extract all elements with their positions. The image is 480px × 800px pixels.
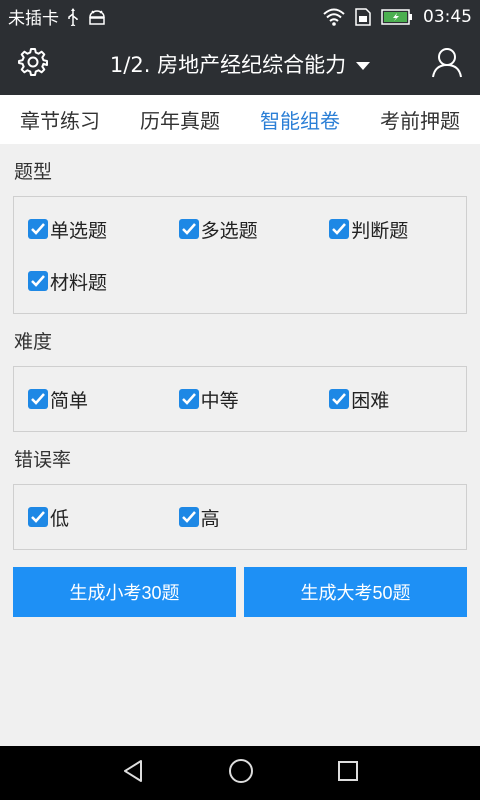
main-content: 题型 单选题 多选题 判断题 材料题 难度 简单 中等 困难 错误率 低 高 生… [0, 144, 480, 617]
home-icon[interactable] [228, 758, 254, 788]
error-rate-options: 低 高 [13, 484, 467, 550]
sim-icon [355, 7, 371, 26]
option-label: 高 [200, 507, 220, 530]
tab-chapter-practice[interactable]: 章节练习 [16, 105, 104, 134]
checked-icon [28, 219, 48, 239]
dropdown-icon [356, 52, 371, 76]
generate-small-exam-button[interactable]: 生成小考30题 [13, 567, 236, 617]
checkbox-hard[interactable]: 困难 [315, 373, 466, 425]
checked-icon [329, 219, 350, 239]
tab-past-exams[interactable]: 历年真题 [136, 105, 224, 134]
option-label: 简单 [50, 389, 89, 412]
section-title-difficulty: 难度 [14, 330, 53, 353]
android-debug-icon [87, 9, 107, 25]
tab-pre-exam-prediction[interactable]: 考前押题 [376, 105, 464, 134]
checked-icon [28, 507, 48, 527]
section-title-error-rate: 错误率 [14, 448, 72, 471]
checked-icon [178, 389, 199, 409]
back-icon[interactable] [121, 759, 145, 787]
option-label: 判断题 [351, 219, 409, 242]
checkbox-multi-choice[interactable]: 多选题 [165, 203, 316, 255]
checked-icon [329, 389, 350, 409]
recents-icon[interactable] [337, 760, 359, 786]
checkbox-high[interactable]: 高 [165, 491, 316, 543]
checkbox-easy[interactable]: 简单 [14, 373, 165, 425]
wifi-icon [323, 8, 345, 26]
subject-selector[interactable]: 1/2. 房地产经纪综合能力 [66, 49, 414, 79]
battery-charging-icon [381, 8, 413, 25]
type-options: 单选题 多选题 判断题 材料题 [13, 196, 467, 314]
usb-icon [67, 7, 79, 26]
checkbox-medium[interactable]: 中等 [165, 373, 316, 425]
settings-icon [18, 47, 48, 81]
time-label: 03:45 [423, 6, 472, 27]
checkbox-material[interactable]: 材料题 [14, 255, 165, 307]
option-label: 材料题 [50, 271, 108, 294]
option-label: 单选题 [50, 219, 108, 242]
action-buttons: 生成小考30题 生成大考50题 [13, 567, 467, 617]
option-label: 多选题 [200, 219, 258, 242]
system-nav-bar [0, 746, 480, 800]
settings-button[interactable] [0, 33, 66, 95]
tab-smart-paper[interactable]: 智能组卷 [256, 105, 344, 134]
option-label: 困难 [351, 389, 390, 412]
option-label: 中等 [200, 389, 239, 412]
status-bar: 未插卡 03:45 [0, 0, 480, 33]
checkbox-single-choice[interactable]: 单选题 [14, 203, 165, 255]
checked-icon [28, 389, 48, 409]
carrier-label: 未插卡 [8, 9, 59, 29]
generate-big-exam-button[interactable]: 生成大考50题 [244, 567, 467, 617]
checkbox-low[interactable]: 低 [14, 491, 165, 543]
checked-icon [178, 219, 199, 239]
checkbox-true-false[interactable]: 判断题 [315, 203, 466, 255]
checked-icon [178, 507, 199, 527]
option-label: 低 [50, 507, 70, 530]
user-button[interactable] [414, 33, 480, 95]
difficulty-options: 简单 中等 困难 [13, 366, 467, 432]
section-title-type: 题型 [14, 160, 53, 183]
app-bar: 1/2. 房地产经纪综合能力 [0, 33, 480, 95]
checked-icon [28, 271, 48, 291]
tab-bar: 章节练习 历年真题 智能组卷 考前押题 [0, 95, 480, 144]
page-title: 1/2. 房地产经纪综合能力 [109, 53, 347, 77]
user-icon [431, 46, 463, 82]
